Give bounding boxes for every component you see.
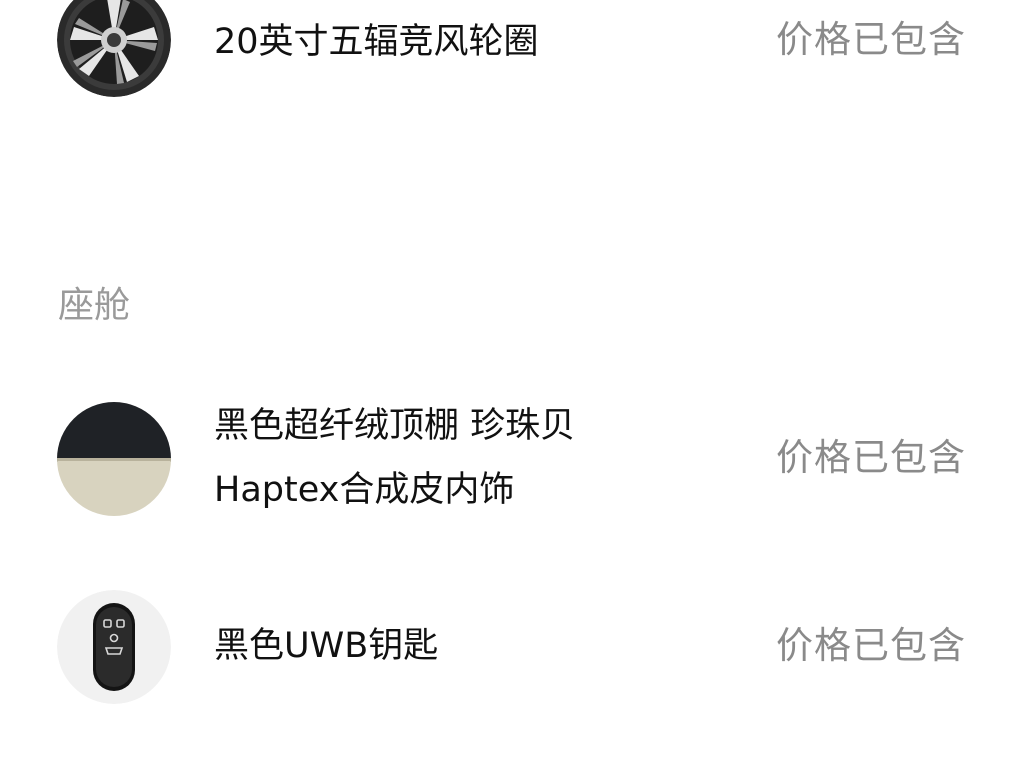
option-list-page: { "items_top": [ { "name": "20英寸五辐竞风轮圈",… <box>0 0 1024 768</box>
price-included-label: 价格已包含 <box>776 436 966 479</box>
option-name: 黑色UWB钥匙 <box>214 626 439 666</box>
option-row-wheel[interactable]: 20英寸五辐竞风轮圈 价格已包含 <box>0 0 1024 100</box>
uwb-key-icon <box>57 590 171 704</box>
option-name-line1: 黑色超纤绒顶棚 珍珠贝 <box>214 406 576 446</box>
price-included-label: 价格已包含 <box>776 18 966 61</box>
interior-swatch-icon <box>57 402 171 516</box>
wheel-icon <box>57 0 171 97</box>
option-row-interior[interactable]: 黑色超纤绒顶棚 珍珠贝 Haptex合成皮内饰 价格已包含 <box>0 390 1024 530</box>
section-title-cabin: 座舱 <box>58 285 131 326</box>
option-name: 20英寸五辐竞风轮圈 <box>214 22 539 62</box>
price-included-label: 价格已包含 <box>776 624 966 667</box>
option-name-line2: Haptex合成皮内饰 <box>214 470 515 510</box>
option-row-uwb-key[interactable]: 黑色UWB钥匙 价格已包含 <box>0 590 1024 704</box>
